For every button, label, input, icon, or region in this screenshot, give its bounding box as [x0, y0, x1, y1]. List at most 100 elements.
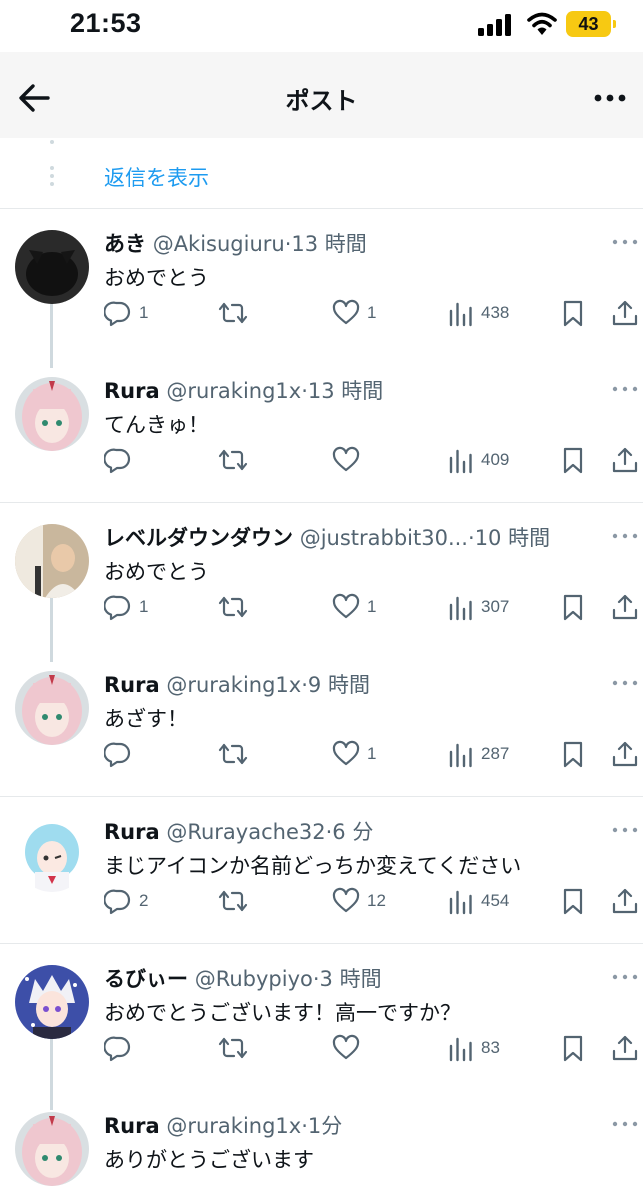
- reply-count: 1: [139, 597, 149, 616]
- analytics-icon: [449, 1037, 472, 1062]
- avatar[interactable]: [15, 818, 89, 892]
- reply-post[interactable]: Rura @Rurayache32·6 分 まじアイコンか名前どっちか変えてくだ…: [0, 798, 643, 938]
- like-count: 12: [367, 891, 386, 910]
- avatar[interactable]: [15, 671, 89, 745]
- share-button[interactable]: [611, 737, 639, 771]
- repost-button[interactable]: [217, 1031, 256, 1065]
- user-handle[interactable]: @justrabbit30...: [300, 526, 468, 550]
- views-button[interactable]: 409: [448, 443, 509, 477]
- more-options-icon[interactable]: [612, 826, 638, 834]
- share-button[interactable]: [611, 884, 639, 918]
- reply-button[interactable]: [104, 737, 139, 771]
- views-button[interactable]: 83: [448, 1031, 500, 1065]
- reply-post[interactable]: るびぃー @Rubypiyo·3 時間 おめでとうございます！高一ですか？ 83: [0, 945, 643, 1085]
- page-title: ポスト: [285, 87, 358, 115]
- user-handle[interactable]: @Rurayache32: [166, 820, 325, 844]
- like-button[interactable]: [332, 1031, 367, 1065]
- share-button[interactable]: [611, 296, 639, 330]
- bookmark-button[interactable]: [561, 1031, 585, 1065]
- analytics-icon: [449, 302, 472, 327]
- share-button[interactable]: [611, 590, 639, 624]
- display-name[interactable]: Rura: [104, 379, 160, 403]
- repost-icon: [218, 890, 248, 912]
- display-name[interactable]: るびぃー: [104, 967, 188, 991]
- battery-indicator: 43: [566, 11, 616, 37]
- repost-button[interactable]: [217, 443, 256, 477]
- view-count: 409: [481, 450, 510, 469]
- post-time: 6 分: [332, 820, 374, 844]
- like-button[interactable]: [332, 443, 367, 477]
- user-handle[interactable]: @Rubypiyo: [195, 967, 313, 991]
- show-replies-row[interactable]: 返信を表示: [0, 138, 643, 208]
- avatar[interactable]: [15, 524, 89, 598]
- display-name[interactable]: レベルダウンダウン: [104, 526, 293, 550]
- views-button[interactable]: 287: [448, 737, 509, 771]
- reply-post[interactable]: Rura @ruraking1x·1分 ありがとうございます: [0, 1092, 643, 1200]
- user-handle[interactable]: @ruraking1x: [166, 1114, 301, 1138]
- reply-post[interactable]: レベルダウンダウン @justrabbit30...·10 時間 おめでとう 1…: [0, 504, 643, 644]
- avatar[interactable]: [15, 965, 89, 1039]
- reply-button[interactable]: 2: [104, 884, 148, 918]
- repost-icon: [218, 1037, 248, 1059]
- bookmark-button[interactable]: [561, 590, 585, 624]
- like-button[interactable]: 1: [332, 296, 376, 330]
- analytics-icon: [449, 596, 472, 621]
- like-button[interactable]: 1: [332, 590, 376, 624]
- like-button[interactable]: 1: [332, 737, 376, 771]
- more-options-icon[interactable]: [590, 78, 630, 118]
- reply-button[interactable]: [104, 443, 139, 477]
- user-handle[interactable]: @ruraking1x: [166, 379, 301, 403]
- repost-button[interactable]: [217, 884, 256, 918]
- avatar[interactable]: [15, 1112, 89, 1186]
- share-icon: [612, 447, 638, 473]
- bookmark-button[interactable]: [561, 737, 585, 771]
- reply-icon: [104, 1036, 131, 1062]
- bookmark-button[interactable]: [561, 884, 585, 918]
- reply-button[interactable]: 1: [104, 296, 148, 330]
- bookmark-button[interactable]: [561, 296, 585, 330]
- view-count: 307: [481, 597, 510, 616]
- share-button[interactable]: [611, 1031, 639, 1065]
- user-handle[interactable]: @ruraking1x: [166, 673, 301, 697]
- action-bar: 1 1 438: [104, 296, 643, 330]
- reply-button[interactable]: [104, 1031, 139, 1065]
- bookmark-icon: [563, 888, 583, 915]
- display-name[interactable]: Rura: [104, 673, 160, 697]
- status-time: 21:53: [70, 8, 142, 38]
- display-name[interactable]: あき: [104, 232, 146, 256]
- divider: [0, 943, 643, 944]
- user-handle[interactable]: @Akisugiuru: [153, 232, 285, 256]
- views-button[interactable]: 454: [448, 884, 509, 918]
- more-options-icon[interactable]: [612, 238, 638, 246]
- display-name[interactable]: Rura: [104, 1114, 160, 1138]
- avatar[interactable]: [15, 230, 89, 304]
- more-options-icon[interactable]: [612, 385, 638, 393]
- divider: [0, 208, 643, 209]
- like-button[interactable]: 12: [332, 884, 386, 918]
- cellular-signal-icon: [478, 14, 511, 36]
- repost-icon: [218, 449, 248, 471]
- repost-button[interactable]: [217, 296, 256, 330]
- more-options-icon[interactable]: [612, 532, 638, 540]
- show-replies-link[interactable]: 返信を表示: [104, 162, 209, 192]
- bookmark-button[interactable]: [561, 443, 585, 477]
- more-options-icon[interactable]: [612, 679, 638, 687]
- repost-button[interactable]: [217, 590, 256, 624]
- reply-post[interactable]: Rura @ruraking1x·13 時間 てんきゅ！ 409: [0, 357, 643, 497]
- repost-icon: [218, 743, 248, 765]
- more-options-icon[interactable]: [612, 1120, 638, 1128]
- reply-post[interactable]: Rura @ruraking1x·9 時間 あざす！ 1 287: [0, 651, 643, 791]
- reply-button[interactable]: 1: [104, 590, 148, 624]
- display-name[interactable]: Rura: [104, 820, 160, 844]
- views-button[interactable]: 307: [448, 590, 509, 624]
- view-count: 454: [481, 891, 510, 910]
- more-options-icon[interactable]: [612, 973, 638, 981]
- repost-button[interactable]: [217, 737, 256, 771]
- views-button[interactable]: 438: [448, 296, 509, 330]
- reply-post[interactable]: あき @Akisugiuru·13 時間 おめでとう 1 1 438: [0, 210, 643, 350]
- share-button[interactable]: [611, 443, 639, 477]
- heart-icon: [332, 1034, 360, 1060]
- avatar[interactable]: [15, 377, 89, 451]
- post-header: あき @Akisugiuru·13 時間: [104, 228, 367, 258]
- separator-dot: ·: [468, 526, 475, 550]
